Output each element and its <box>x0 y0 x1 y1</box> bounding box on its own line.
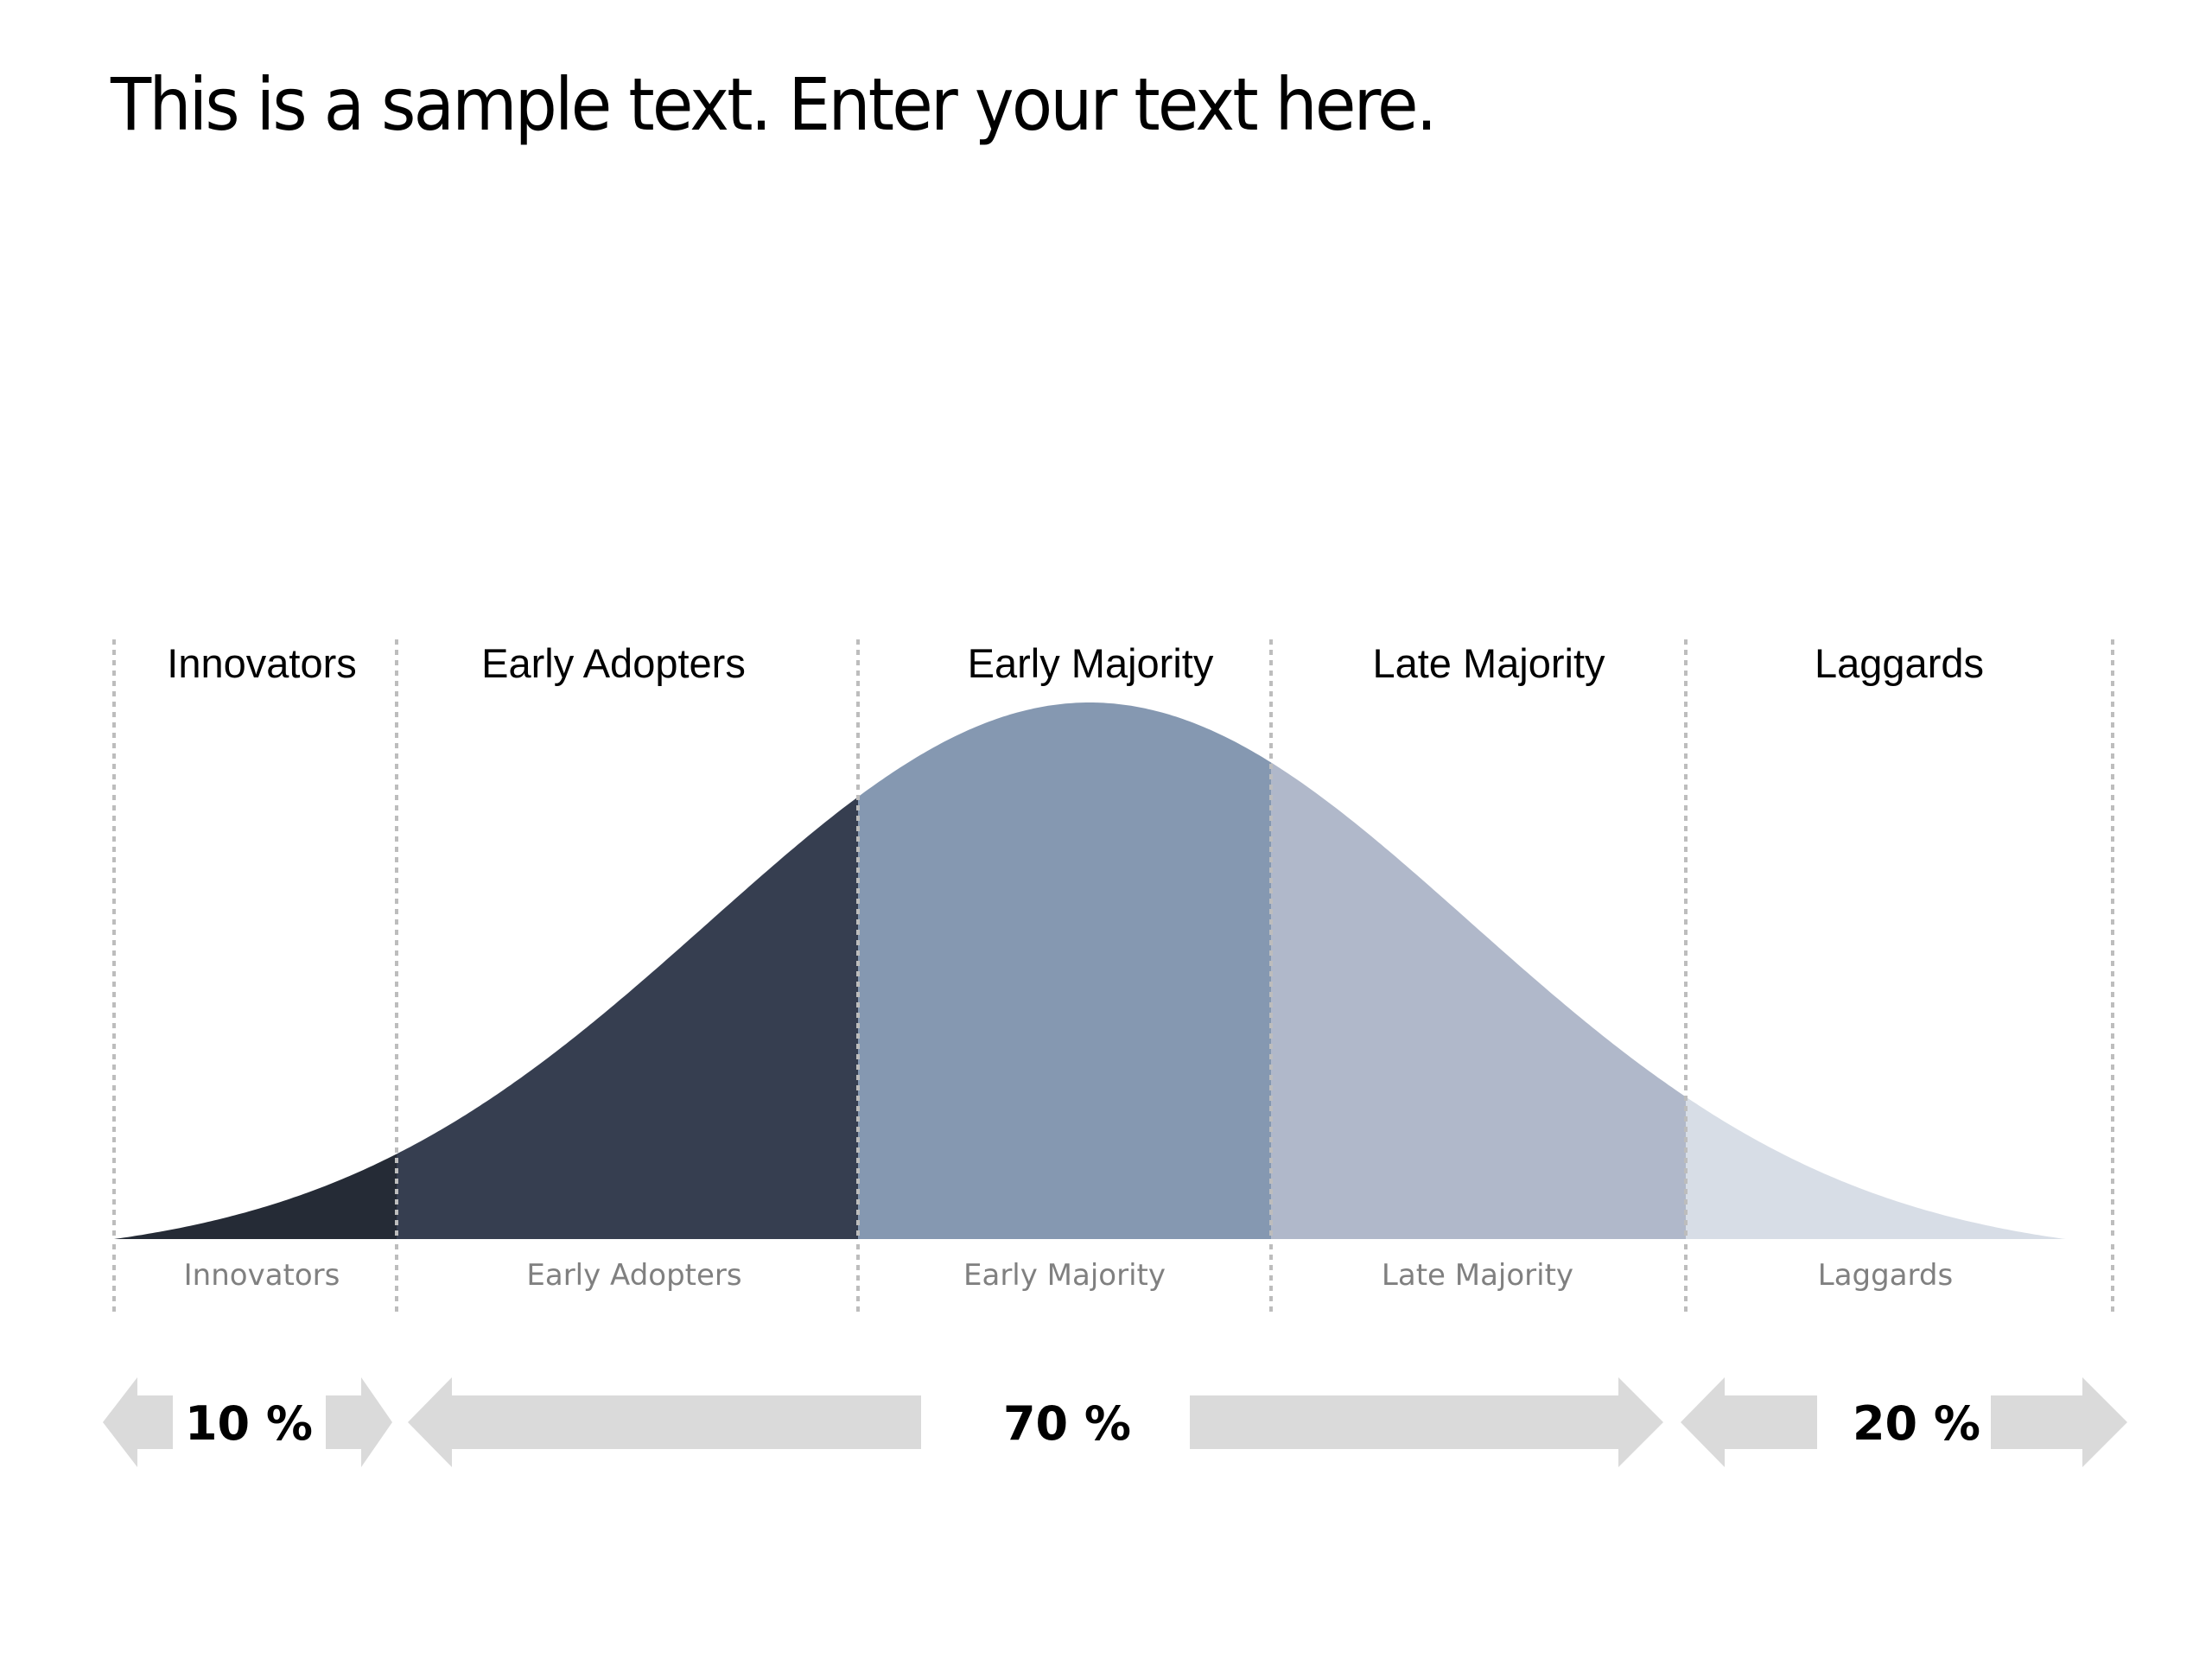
curve-segment-innovators <box>114 1154 397 1239</box>
curve-segment-laggards <box>1686 1096 2113 1239</box>
top-label: Late Majority <box>1372 640 1605 686</box>
curve-segment-early-majority <box>858 702 1271 1239</box>
bottom-label: Late Majority <box>1382 1258 1573 1293</box>
arrow-right-icon <box>1190 1377 1663 1467</box>
arrow-left-icon <box>103 1377 173 1467</box>
curve-segments <box>114 702 2113 1239</box>
bottom-labels: Innovators Early Adopters Early Majority La… <box>184 1258 1954 1293</box>
curve-segment-late-majority <box>1271 762 1686 1239</box>
adoption-curve-chart: Innovators Early Adopters Early Majority La… <box>103 639 2127 1467</box>
top-labels: Innovators Early Adopters Early Majority La… <box>167 640 1984 686</box>
curve-segment-early-adopters <box>397 797 858 1239</box>
arrow-right-icon <box>1991 1377 2127 1467</box>
bottom-label: Laggards <box>1818 1258 1953 1293</box>
bottom-label: Innovators <box>184 1258 340 1293</box>
percent-label: 10 % <box>185 1396 313 1451</box>
arrow-left-icon <box>1681 1377 1817 1467</box>
bottom-label: Early Majority <box>963 1258 1166 1293</box>
percent-label: 20 % <box>1853 1396 1980 1451</box>
arrow-left-icon <box>408 1377 921 1467</box>
percent-label: 70 % <box>1003 1396 1131 1451</box>
bottom-label: Early Adopters <box>526 1258 741 1293</box>
top-label: Early Majority <box>968 640 1214 686</box>
arrow-right-icon <box>326 1377 392 1467</box>
top-label: Early Adopters <box>481 640 746 686</box>
top-label: Innovators <box>167 640 356 686</box>
top-label: Laggards <box>1815 640 1984 686</box>
